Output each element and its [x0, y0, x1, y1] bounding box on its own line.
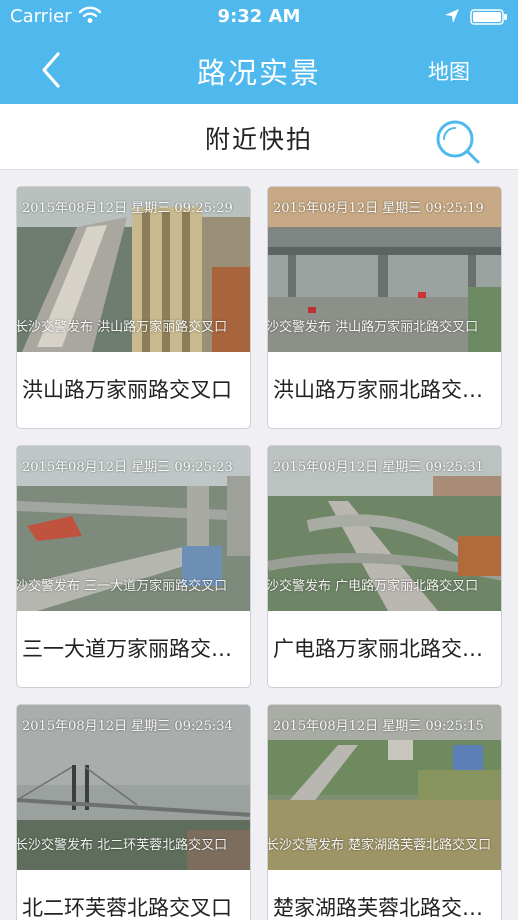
publisher-overlay: 长沙交警发布 北二环芙蓉北路交叉口 [17, 838, 228, 853]
status-bar: Carrier 9:32 AM [0, 0, 518, 34]
snapshot-caption: 三一大道万家丽路交叉口 [22, 637, 248, 661]
publisher-overlay: 沙交警发布 洪山路万家丽北路交叉口 [268, 320, 479, 335]
map-button[interactable]: 地图 [428, 56, 470, 86]
search-icon[interactable] [435, 119, 481, 165]
battery-icon [470, 9, 507, 25]
top-bar: Carrier 9:32 AM 路况实景 地图 [0, 0, 518, 104]
snapshot-caption: 广电路万家丽北路交叉口 [273, 637, 499, 661]
timestamp-overlay: 2015年08月12日 星期三 09:25:23 [22, 460, 233, 475]
publisher-overlay: 沙交警发布 三一大道万家丽路交叉口 [17, 579, 228, 594]
traffic-camera-image: 2015年08月12日 星期三 09:25:15 长沙交警发布 楚家湖路芙蓉北路… [268, 705, 501, 870]
snapshot-caption: 楚家湖路芙蓉北路交叉口 [273, 896, 499, 920]
timestamp-overlay: 2015年08月12日 星期三 09:25:19 [273, 201, 484, 216]
snapshot-caption: 洪山路万家丽北路交叉口 [273, 378, 499, 402]
timestamp-overlay: 2015年08月12日 星期三 09:25:31 [273, 460, 484, 475]
snapshot-caption: 北二环芙蓉北路交叉口 [22, 896, 232, 920]
traffic-camera-image: 2015年08月12日 星期三 09:25:23 沙交警发布 三一大道万家丽路交… [17, 446, 250, 611]
traffic-camera-image: 2015年08月12日 星期三 09:25:34 长沙交警发布 北二环芙蓉北路交… [17, 705, 250, 870]
publisher-overlay: 长沙交警发布 楚家湖路芙蓉北路交叉口 [268, 838, 492, 853]
traffic-camera-image: 2015年08月12日 星期三 09:25:19 沙交警发布 洪山路万家丽北路交… [268, 187, 501, 352]
publisher-overlay: 长沙交警发布 洪山路万家丽路交叉口 [17, 320, 228, 335]
snapshot-card[interactable]: 2015年08月12日 星期三 09:25:29 长沙交警发布 洪山路万家丽路交… [16, 186, 251, 429]
snapshot-card[interactable]: 2015年08月12日 星期三 09:25:31 沙交警发布 广电路万家丽北路交… [267, 445, 502, 688]
traffic-camera-image: 2015年08月12日 星期三 09:25:29 长沙交警发布 洪山路万家丽路交… [17, 187, 250, 352]
location-arrow-icon [445, 9, 459, 23]
timestamp-overlay: 2015年08月12日 星期三 09:25:29 [22, 201, 233, 216]
publisher-overlay: 沙交警发布 广电路万家丽北路交叉口 [268, 579, 479, 594]
timestamp-overlay: 2015年08月12日 星期三 09:25:15 [273, 719, 484, 734]
snapshot-card[interactable]: 2015年08月12日 星期三 09:25:15 长沙交警发布 楚家湖路芙蓉北路… [267, 704, 502, 920]
snapshot-card[interactable]: 2015年08月12日 星期三 09:25:34 长沙交警发布 北二环芙蓉北路交… [16, 704, 251, 920]
traffic-camera-image: 2015年08月12日 星期三 09:25:31 沙交警发布 广电路万家丽北路交… [268, 446, 501, 611]
timestamp-overlay: 2015年08月12日 星期三 09:25:34 [22, 719, 233, 734]
snapshot-caption: 洪山路万家丽路交叉口 [22, 378, 232, 402]
section-header: 附近快拍 [0, 104, 518, 170]
snapshot-card[interactable]: 2015年08月12日 星期三 09:25:19 沙交警发布 洪山路万家丽北路交… [267, 186, 502, 429]
snapshot-card[interactable]: 2015年08月12日 星期三 09:25:23 沙交警发布 三一大道万家丽路交… [16, 445, 251, 688]
clock: 9:32 AM [217, 6, 301, 27]
navigation-bar: 路况实景 地图 [0, 34, 518, 104]
